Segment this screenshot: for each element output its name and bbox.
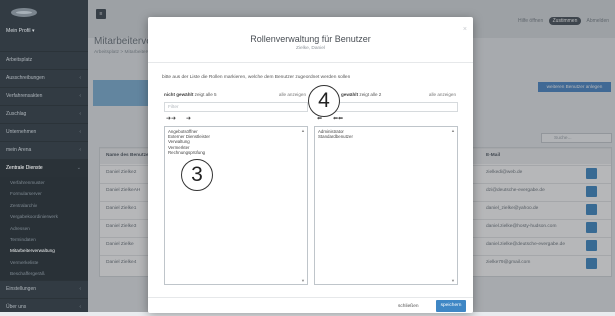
move-buttons: ⬅ ⬅⬅ [314, 115, 458, 123]
sidebar: Mein Profil ▾ Arbeitsplatz Ausschreibung… [0, 0, 88, 312]
sidebar-subitem-termindaten[interactable]: Termindaten [0, 233, 88, 246]
list-item[interactable]: Standardbenutzer [318, 134, 454, 139]
annotation-marker-3: 3 [181, 159, 213, 191]
sidebar-nav: Arbeitsplatz Ausschreibungen ‹ Verfahrens… [0, 51, 88, 316]
sidebar-item-ueber-uns[interactable]: Über uns ‹ [0, 297, 88, 316]
sidebar-item-label: Unternehmen [6, 129, 37, 135]
sidebar-item-label: Zentrale Dienste [6, 165, 43, 171]
list-item[interactable]: Rechnungsprüfung [168, 150, 304, 155]
chevron-down-icon: ⌄ [76, 165, 81, 171]
chevron-left-icon: ‹ [79, 111, 81, 117]
divider [148, 297, 473, 298]
move-buttons: ➜➜ ➜ [164, 115, 308, 123]
modal-subtitle: Zielke, Daniel [295, 46, 326, 51]
sidebar-item-zuschlag[interactable]: Zuschlag ‹ [0, 105, 88, 123]
sidebar-item-einstellungen[interactable]: Einstellungen ‹ [0, 279, 88, 298]
save-button[interactable]: speichern [436, 300, 466, 312]
panel-title: gewählt [341, 92, 359, 97]
sidebar-subitem-verfahrenmuster[interactable]: Verfahrenmuster [0, 177, 88, 189]
panel-title: nicht gewählt [164, 92, 194, 97]
chevron-left-icon: ‹ [79, 93, 81, 99]
sidebar-subitem-formularserver[interactable]: Formularserver [0, 188, 88, 200]
sidebar-item-arbeitsplatz[interactable]: Arbeitsplatz [0, 51, 88, 69]
app-logo[interactable] [11, 8, 37, 17]
profile-menu[interactable]: Mein Profil ▾ [6, 28, 35, 34]
chevron-left-icon: ‹ [79, 75, 81, 81]
sidebar-subitem-vergabekoordinierwerk[interactable]: Vergabekoordinierwerk [0, 211, 88, 223]
panel-header: nicht gewählt zeigt alle 5 alle anzeigen [164, 92, 308, 100]
chevron-left-icon: ‹ [79, 147, 81, 153]
sidebar-item-zentrale-dienste[interactable]: Zentrale Dienste ⌄ [0, 159, 88, 177]
sidebar-item-label: mein Arena [6, 147, 32, 153]
instruction-text: bitte aus der Liste die Rollen markieren… [162, 75, 351, 80]
sidebar-subitem-adressen[interactable]: Adressen [0, 222, 88, 234]
sidebar-item-verfahrensakten[interactable]: Verfahrensakten ‹ [0, 87, 88, 105]
move-all-left-icon[interactable]: ⬅⬅ [333, 115, 343, 122]
chevron-left-icon: ‹ [79, 129, 81, 135]
sidebar-item-label: Zuschlag [6, 111, 27, 117]
selected-roles-panel: gewählt zeigt alle 2 alle anzeigen ⬅ ⬅⬅ … [314, 90, 458, 289]
sidebar-item-label: Arbeitsplatz [6, 57, 33, 63]
annotation-marker-4: 4 [308, 85, 340, 117]
scroll-up-icon[interactable]: ▲ [301, 128, 305, 133]
sidebar-subitem-beschaffergeraess[interactable]: Beschaffergeräß [0, 268, 88, 280]
chevron-left-icon: ‹ [79, 285, 81, 292]
item-count: zeigt alle 2 [359, 92, 382, 97]
close-button[interactable]: schließen [398, 302, 419, 312]
item-count: zeigt alle 5 [194, 92, 217, 97]
filter-input[interactable]: Filter [164, 102, 308, 112]
divider [148, 62, 473, 63]
sidebar-subitem-zentralarchiv[interactable]: Zentralarchiv [0, 199, 88, 212]
move-right-icon[interactable]: ➜ [186, 115, 191, 122]
scroll-down-icon[interactable]: ▼ [301, 278, 305, 283]
sidebar-item-mein-arena[interactable]: mein Arena ‹ [0, 141, 88, 159]
sidebar-item-label: Verfahrensakten [6, 93, 43, 99]
sidebar-subitem-vermerkeliste[interactable]: Vermerkeliste [0, 256, 88, 269]
sidebar-item-label: Über uns [6, 303, 27, 310]
unselected-roles-list[interactable]: Angebotsöffner Externer Dienstleister Ve… [164, 126, 308, 285]
close-icon[interactable]: × [463, 26, 467, 33]
chevron-left-icon: ‹ [79, 303, 81, 310]
sidebar-item-unternehmen[interactable]: Unternehmen ‹ [0, 123, 88, 141]
role-management-modal: × Rollenverwaltung für Benutzer Zielke, … [148, 17, 473, 313]
sidebar-item-label: Einstellungen [6, 285, 37, 292]
selected-roles-list[interactable]: Administrator Standardbenutzer ▲ ▼ [314, 126, 458, 285]
sidebar-item-label: Ausschreibungen [6, 75, 45, 81]
move-all-right-icon[interactable]: ➜➜ [166, 115, 176, 122]
sidebar-item-ausschreibungen[interactable]: Ausschreibungen ‹ [0, 69, 88, 87]
modal-title: Rollenverwaltung für Benutzer [250, 34, 371, 44]
show-all-link[interactable]: alle anzeigen [429, 92, 456, 97]
unselected-roles-panel: nicht gewählt zeigt alle 5 alle anzeigen… [164, 90, 308, 289]
sidebar-subitem-mitarbeiterverwaltung[interactable]: Mitarbeiterverwaltung [0, 245, 88, 257]
scroll-up-icon[interactable]: ▲ [451, 128, 455, 133]
scroll-down-icon[interactable]: ▼ [451, 278, 455, 283]
show-all-link[interactable]: alle anzeigen [279, 92, 306, 97]
